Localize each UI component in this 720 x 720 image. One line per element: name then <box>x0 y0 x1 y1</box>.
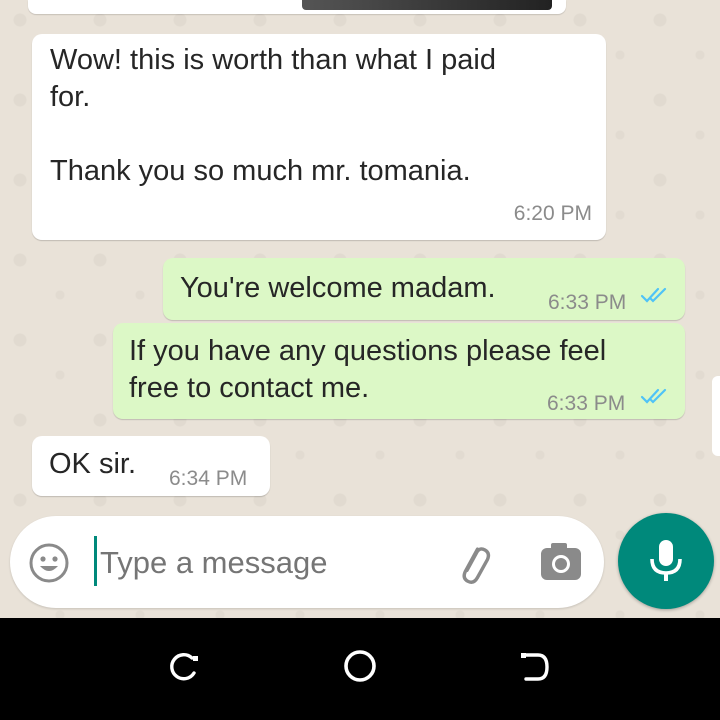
message-composer <box>10 516 604 608</box>
emoji-icon[interactable] <box>28 542 70 584</box>
scroll-edge-handle[interactable] <box>712 376 720 456</box>
previous-message-image-partial <box>302 0 552 10</box>
home-icon[interactable] <box>341 647 379 685</box>
message-bubble-incoming[interactable]: Wow! this is worth than what I paid for.… <box>32 34 606 240</box>
read-receipt-icon <box>640 388 667 404</box>
paperclip-icon[interactable] <box>450 540 498 588</box>
message-text: Wow! this is worth than what I paid for.… <box>50 44 496 187</box>
camera-icon[interactable] <box>539 542 583 582</box>
chat-area: Wow! this is worth than what I paid for.… <box>0 0 720 618</box>
message-bubble-incoming[interactable]: OK sir. 6:34 PM <box>32 436 270 496</box>
mic-button[interactable] <box>618 513 714 609</box>
message-time: 6:20 PM <box>513 202 592 225</box>
microphone-icon <box>650 540 682 581</box>
message-bubble-outgoing[interactable]: You're welcome madam. 6:33 PM <box>163 258 685 320</box>
message-time: 6:33 PM <box>548 291 627 314</box>
message-bubble-outgoing[interactable]: If you have any questions please feel fr… <box>113 323 685 419</box>
message-text: OK sir. <box>49 448 137 480</box>
message-input[interactable] <box>98 538 442 588</box>
back-icon[interactable] <box>516 649 552 685</box>
message-time: 6:34 PM <box>169 467 248 490</box>
text-cursor <box>94 536 97 586</box>
previous-message-partial <box>28 0 566 14</box>
read-receipt-icon <box>640 287 667 303</box>
system-navigation-bar <box>0 618 720 720</box>
message-text: You're welcome madam. <box>180 272 496 304</box>
message-time: 6:33 PM <box>547 392 626 415</box>
recents-icon[interactable] <box>166 649 202 685</box>
